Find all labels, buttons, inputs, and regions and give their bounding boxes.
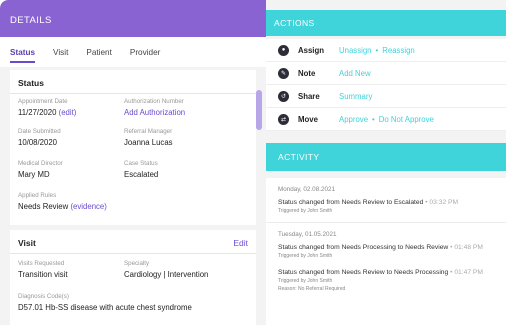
actions-list: ● Assign Unassign • Reassign ✎ Note Add … (266, 39, 506, 131)
diagnosis-field: Diagnosis Code(s) D57.01 Hb-SS disease w… (18, 293, 192, 312)
action-row-assign: ● Assign Unassign • Reassign (266, 39, 506, 62)
tab-visit[interactable]: Visit (53, 48, 68, 57)
applied-rules-value: Needs Review (18, 202, 69, 211)
activity-day-date: Monday, 02.08.2021 (278, 186, 335, 193)
tab-status[interactable]: Status (10, 48, 36, 63)
right-panel: ACTIONS ● Assign Unassign • Reassign ✎ N… (266, 0, 506, 325)
details-scrollbar[interactable] (256, 90, 262, 130)
date-submitted-value: 10/08/2020 (18, 138, 58, 147)
referral-manager-value: Joanna Lucas (124, 138, 173, 147)
person-icon: ● (278, 44, 289, 56)
action-name-assign: Assign (298, 45, 324, 55)
referral-manager-field: Referral Manager Joanna Lucas (124, 128, 173, 147)
authorization-field: Authorization Number Add Authorization (124, 98, 185, 117)
move-icon: ⇄ (278, 113, 289, 125)
activity-entry: Status changed from Needs Processing to … (266, 238, 506, 263)
appointment-date-field: Appointment Date 11/27/2020 (edit) (18, 98, 76, 117)
medical-director-field: Medical Director Mary MD (18, 160, 63, 179)
specialty-label: Specialty (124, 260, 150, 267)
reassign-link[interactable]: Reassign (382, 46, 415, 55)
do-not-approve-link[interactable]: Do Not Approve (379, 115, 434, 124)
activity-entry-by: Triggered by John Smith (278, 253, 333, 259)
activity-header: ACTIVITY (266, 143, 506, 171)
separator-dot: • (375, 45, 379, 55)
activity-entry-by: Triggered by John Smith (278, 278, 333, 284)
appointment-date-label: Appointment Date (18, 98, 68, 105)
activity-entry-time: 03:32 PM (429, 199, 459, 206)
date-submitted-label: Date Submitted (18, 128, 61, 135)
action-row-note: ✎ Note Add New (266, 62, 506, 85)
visits-requested-value: Transition visit (18, 270, 68, 279)
tab-patient[interactable]: Patient (86, 48, 112, 57)
add-new-note-link[interactable]: Add New (339, 69, 371, 78)
pencil-icon: ✎ (278, 67, 289, 79)
case-status-label: Case Status (124, 160, 158, 167)
visit-card: Visit Edit Visits Requested Transition v… (10, 230, 256, 325)
activity-entry-text: Status changed from Needs Review to Esca… (278, 199, 424, 206)
case-status-value: Escalated (124, 170, 159, 179)
authorization-label: Authorization Number (124, 98, 184, 105)
appointment-date-value: 11/27/2020 (18, 108, 57, 117)
referral-manager-label: Referral Manager (124, 128, 173, 135)
actions-header: ACTIONS (266, 10, 506, 36)
evidence-link[interactable]: (evidence) (70, 202, 106, 211)
applied-rules-label: Applied Rules (18, 192, 57, 199)
medical-director-label: Medical Director (18, 160, 63, 167)
details-header: DETAILS (0, 0, 266, 37)
action-row-share: ↺ Share Summary (266, 85, 506, 108)
visits-requested-label: Visits Requested (18, 260, 65, 267)
specialty-field: Specialty Cardiology | Intervention (124, 260, 208, 279)
diagnosis-value: D57.01 Hb-SS disease with acute chest sy… (18, 303, 192, 312)
medical-director-value: Mary MD (18, 170, 50, 179)
action-row-move: ⇄ Move Approve • Do Not Approve (266, 108, 506, 131)
activity-entry-by: Triggered by John Smith (278, 208, 333, 214)
approve-link[interactable]: Approve (339, 115, 368, 124)
date-submitted-field: Date Submitted 10/08/2020 (18, 128, 61, 147)
share-icon: ↺ (278, 90, 289, 102)
appointment-date-edit-link[interactable]: (edit) (59, 108, 77, 117)
summary-link[interactable]: Summary (339, 92, 372, 101)
visit-edit-button[interactable]: Edit (233, 238, 248, 248)
details-tabs: Status Visit Patient Provider (0, 37, 266, 67)
applied-rules-field: Applied Rules Needs Review (evidence) (18, 192, 107, 211)
activity-day-date: Tuesday, 01.05.2021 (278, 231, 337, 238)
activity-entry: Status changed from Needs Review to Need… (266, 263, 506, 296)
action-name-share: Share (298, 91, 320, 101)
status-card-title: Status (10, 70, 256, 94)
activity-entry-time: 01:48 PM (454, 244, 483, 251)
activity-entry-text: Status changed from Needs Processing to … (278, 244, 449, 251)
add-authorization-link[interactable]: Add Authorization (124, 108, 185, 117)
action-name-note: Note (298, 68, 316, 78)
visits-requested-field: Visits Requested Transition visit (18, 260, 68, 279)
activity-entry-reason: Reason: No Referral Required (278, 286, 346, 292)
visit-card-title: Visit Edit (10, 230, 256, 254)
diagnosis-label: Diagnosis Code(s) (18, 293, 69, 300)
tab-provider[interactable]: Provider (130, 48, 161, 57)
separator-dot: • (372, 114, 375, 124)
activity-entry-time: 01:47 PM (454, 269, 483, 276)
case-status-field: Case Status Escalated (124, 160, 158, 179)
unassign-link[interactable]: Unassign (339, 46, 372, 55)
activity-feed: Monday, 02.08.2021 Status changed from N… (266, 178, 506, 325)
action-name-move: Move (298, 114, 318, 124)
activity-entry: Status changed from Needs Review to Esca… (266, 193, 506, 218)
specialty-value: Cardiology | Intervention (124, 270, 209, 279)
activity-entry-text: Status changed from Needs Review to Need… (278, 269, 449, 276)
details-panel: DETAILS Status Visit Patient Provider St… (0, 0, 266, 325)
status-card: Status Appointment Date 11/27/2020 (edit… (10, 70, 256, 225)
